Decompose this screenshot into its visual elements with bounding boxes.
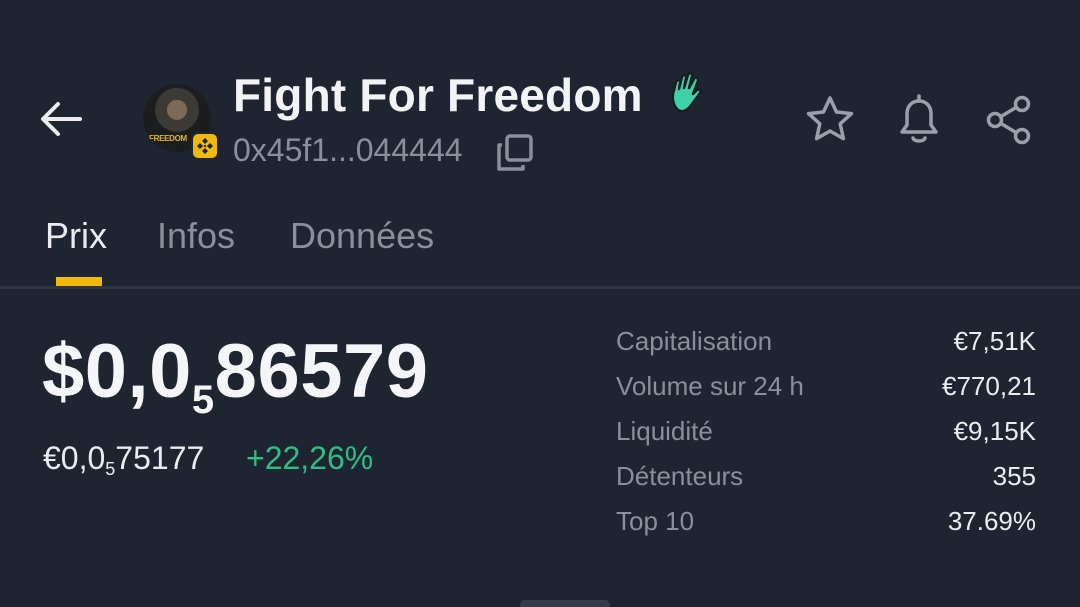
stat-label: Top 10 — [616, 506, 695, 536]
stat-label: Capitalisation — [616, 326, 773, 356]
stat-row-market-cap: Capitalisation €7,51K — [616, 322, 1036, 367]
token-detail-page: FREEDOM Fight For Freedom 0x45f1...04444… — [0, 0, 1080, 607]
price-alert-button[interactable] — [893, 92, 945, 146]
arrow-left-icon — [41, 102, 82, 136]
tab-infos[interactable]: Infos — [157, 215, 235, 257]
stat-label: Liquidité — [616, 416, 713, 446]
bell-icon — [900, 94, 938, 143]
contract-address: 0x45f1...044444 — [233, 132, 463, 168]
token-avatar: FREEDOM — [143, 84, 221, 162]
stat-row-volume: Volume sur 24 h €770,21 — [616, 367, 1036, 412]
tab-prix[interactable]: Prix — [45, 215, 107, 257]
price-eur: €0,0575177 — [43, 440, 205, 479]
price-change-24h: +22,26% — [246, 440, 374, 476]
stat-value: 355 — [992, 461, 1036, 491]
stats-panel: Capitalisation €7,51K Volume sur 24 h €7… — [616, 322, 1036, 547]
stat-label: Détenteurs — [616, 461, 744, 491]
stat-value: €770,21 — [942, 371, 1036, 401]
stat-row-liquidity: Liquidité €9,15K — [616, 412, 1036, 457]
copy-icon[interactable] — [494, 132, 536, 174]
stat-label: Volume sur 24 h — [616, 371, 804, 401]
divider — [0, 286, 1080, 289]
back-button[interactable] — [36, 96, 88, 142]
sheet-handle[interactable] — [520, 600, 610, 607]
waving-hand-icon — [666, 70, 712, 116]
stat-row-top10: Top 10 37.69% — [616, 502, 1036, 547]
stat-row-holders: Détenteurs 355 — [616, 457, 1036, 502]
stat-value: 37.69% — [947, 506, 1036, 536]
token-name: Fight For Freedom — [233, 69, 643, 121]
stat-value: €9,15K — [953, 416, 1036, 446]
tab-bar: Prix Infos Données — [0, 205, 1080, 289]
tab-donnees[interactable]: Données — [290, 215, 434, 257]
active-tab-indicator — [56, 277, 102, 286]
share-button[interactable] — [984, 94, 1036, 146]
price-usd: $0,0586579 — [42, 329, 429, 422]
share-icon — [986, 95, 1031, 145]
avatar-poster-text: FREEDOM — [149, 134, 187, 143]
favorite-star-button[interactable] — [804, 94, 856, 146]
star-icon — [806, 96, 854, 141]
bnb-chain-icon — [191, 132, 219, 160]
stat-value: €7,51K — [953, 326, 1036, 356]
